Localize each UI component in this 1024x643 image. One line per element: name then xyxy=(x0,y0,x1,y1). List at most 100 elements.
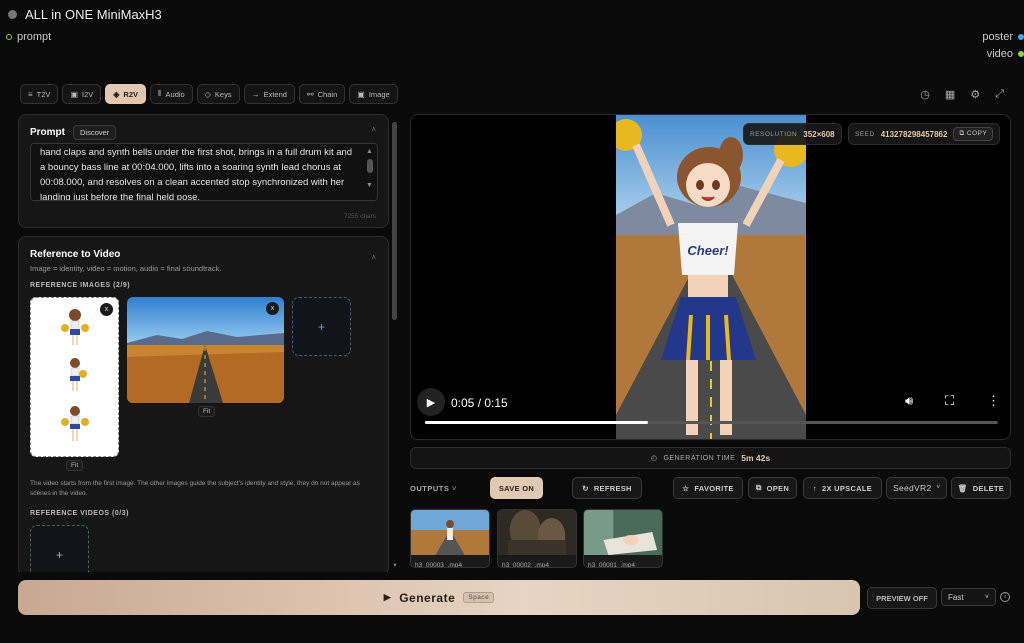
seed-label: SEED xyxy=(855,130,875,138)
output-dot-icon[interactable] xyxy=(1018,34,1024,40)
tab-keys[interactable]: ◇ Keys xyxy=(196,84,240,104)
volume-icon[interactable]: 🔊︎ xyxy=(905,393,913,409)
collapse-icon[interactable]: ˄ xyxy=(371,125,376,134)
tab-t2v[interactable]: ≡ T2V xyxy=(20,84,59,104)
fit-toggle[interactable]: Fit xyxy=(66,460,84,471)
grid-icon[interactable]: ▦ xyxy=(945,88,955,101)
outputs-label[interactable]: OUTPUTS ˅ xyxy=(410,484,457,493)
tab-label: Image xyxy=(368,89,390,99)
speed-value: Fast xyxy=(948,592,964,602)
remove-image-button[interactable]: x xyxy=(100,303,113,316)
reference-videos-label: REFERENCE VIDEOS (0/3) xyxy=(30,510,129,517)
char-count: 7255 chars xyxy=(343,213,376,220)
fit-toggle[interactable]: Fit xyxy=(198,406,216,417)
gear-icon[interactable]: ⚙ xyxy=(970,88,980,101)
save-on-button[interactable]: SAVE ON xyxy=(490,477,543,499)
prompt-title: Prompt xyxy=(30,127,65,138)
reference-image-1[interactable]: x xyxy=(30,297,119,457)
resolution-chip: RESOLUTION 352×608 xyxy=(743,123,842,145)
trash-icon: 🗑︎ xyxy=(957,483,968,493)
output-thumbnail[interactable]: h3_00003_.mp4 xyxy=(410,509,490,568)
tab-r2v[interactable]: ◈ R2V xyxy=(105,84,147,104)
play-button[interactable]: ▶ xyxy=(417,388,445,416)
scroll-down-icon[interactable]: ▼ xyxy=(392,563,398,569)
copy-label: COPY xyxy=(966,130,988,137)
reference-subtitle: Image = identity, video = motion, audio … xyxy=(30,264,222,273)
scroll-down-icon[interactable]: ▼ xyxy=(366,178,373,193)
refresh-button[interactable]: ↻ REFRESH xyxy=(572,477,642,499)
add-reference-image-button[interactable]: + xyxy=(292,297,351,356)
tab-audio[interactable]: ⦀ Audio xyxy=(150,84,193,104)
discover-button[interactable]: Discover xyxy=(73,125,117,140)
upscale-button[interactable]: ↑ 2X UPSCALE xyxy=(803,477,882,499)
outputs-label-text: OUTPUTS xyxy=(410,484,450,493)
image-icon: ▣ xyxy=(70,89,78,99)
tab-label: Chain xyxy=(317,89,338,99)
output-thumbnail[interactable]: h3_00001_.mp4 xyxy=(583,509,663,568)
header-tools: ◷ ▦ ⚙ ⤢ xyxy=(920,88,1004,101)
seed-value: 413278298457862 xyxy=(880,129,948,139)
reference-title: Reference to Video xyxy=(30,249,121,260)
input-dot-icon[interactable] xyxy=(6,34,12,40)
preview-toggle-button[interactable]: PREVIEW OFF xyxy=(867,587,937,609)
output-dot-icon[interactable] xyxy=(1018,51,1024,57)
reference-note: The video starts from the first image. T… xyxy=(30,480,360,497)
video-progress-bar[interactable] xyxy=(425,421,998,424)
favorite-button[interactable]: ☆ FAVORITE xyxy=(673,477,743,499)
speed-select[interactable]: Fast ˅ xyxy=(941,588,996,606)
tab-label: Keys xyxy=(214,89,232,99)
shortcut-badge: Space xyxy=(463,592,495,603)
timer-icon: ◴ xyxy=(650,455,658,462)
output-filename: h3_00001_.mp4 xyxy=(588,562,635,568)
chevron-down-icon: ˅ xyxy=(984,593,989,601)
expand-icon[interactable]: ⤢ xyxy=(995,88,1004,101)
chevron-down-icon: ˅ xyxy=(451,484,457,493)
output-video-label: video xyxy=(986,48,1013,60)
output-preview-image xyxy=(498,510,576,555)
scroll-thumb[interactable] xyxy=(392,122,397,320)
info-icon[interactable]: i xyxy=(1000,592,1010,602)
diamond-icon: ◇ xyxy=(204,89,211,99)
textarea-scrollbar[interactable]: ▲ ▼ xyxy=(366,148,374,196)
delete-button[interactable]: 🗑︎ DELETE xyxy=(951,477,1011,499)
scroll-thumb[interactable] xyxy=(367,159,373,173)
output-poster-slot[interactable]: poster xyxy=(982,31,1024,43)
video-player[interactable]: Cheer! RESOLUTION 352×608 SEED 413278298… xyxy=(410,114,1011,440)
output-video-slot[interactable]: video xyxy=(987,48,1024,60)
output-thumbnail[interactable]: h3_00002_.mp4 xyxy=(497,509,577,568)
waveform-icon: ⦀ xyxy=(158,89,162,98)
tab-label: T2V xyxy=(36,89,51,99)
reference-image-2[interactable]: x xyxy=(127,297,284,403)
tab-i2v[interactable]: ▣ I2V xyxy=(62,84,102,104)
left-panel-scrollbar[interactable] xyxy=(392,122,398,572)
input-prompt-slot[interactable]: prompt xyxy=(6,31,51,43)
upscaler-select[interactable]: SeedVR2 ˅ xyxy=(886,477,947,499)
tab-label: R2V xyxy=(123,89,139,99)
arrow-right-icon: → xyxy=(251,89,260,99)
remove-image-button[interactable]: x xyxy=(266,302,279,315)
fullscreen-icon[interactable]: ⛶ xyxy=(945,393,954,409)
generation-time-bar: ◴ GENERATION TIME 5m 42s xyxy=(410,447,1011,469)
prompt-textarea[interactable]: hand claps and synth bells under the fir… xyxy=(30,143,378,201)
tab-extend[interactable]: → Extend xyxy=(243,84,295,104)
tab-label: Extend xyxy=(263,89,287,99)
generate-button[interactable]: ▶ Generate Space xyxy=(18,580,860,615)
open-button[interactable]: ⧉ OPEN xyxy=(748,477,797,499)
node-status-dot[interactable] xyxy=(8,10,17,19)
tab-chain[interactable]: ⚯ Chain xyxy=(298,84,346,104)
copy-icon: ⧉ xyxy=(959,130,965,137)
output-filename: h3_00002_.mp4 xyxy=(502,562,549,568)
add-reference-video-button[interactable]: + xyxy=(30,525,89,572)
open-label: OPEN xyxy=(766,483,790,493)
scroll-up-icon[interactable]: ▲ xyxy=(366,144,373,159)
tab-image[interactable]: ▣ Image xyxy=(349,84,398,104)
desert-road-image xyxy=(127,297,284,403)
history-icon[interactable]: ◷ xyxy=(920,88,930,101)
upscaler-value: SeedVR2 xyxy=(893,483,932,493)
copy-seed-button[interactable]: ⧉ COPY xyxy=(953,127,994,141)
more-options-icon[interactable]: ⋮ xyxy=(987,393,1000,409)
plus-icon: + xyxy=(317,319,325,334)
chevron-down-icon: ˅ xyxy=(936,485,941,491)
collapse-icon[interactable]: ˄ xyxy=(371,253,376,262)
reference-card: Reference to Video ˄ Image = identity, v… xyxy=(18,236,389,572)
